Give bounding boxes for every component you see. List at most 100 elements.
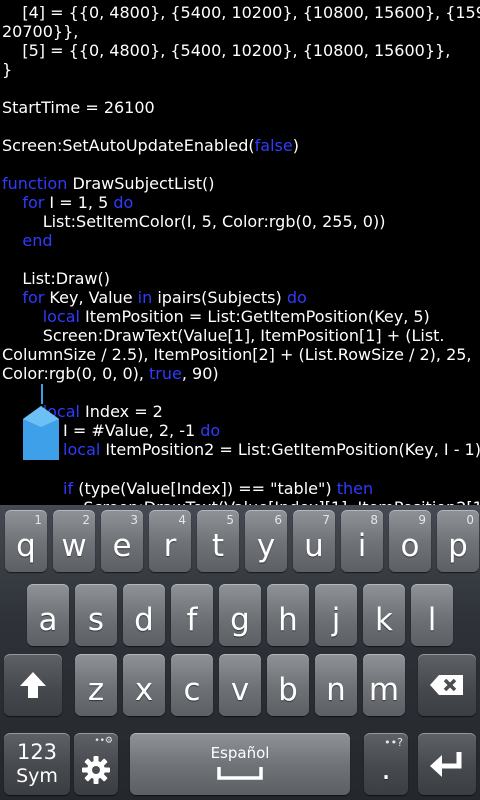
key-l[interactable]: l bbox=[411, 584, 453, 646]
key-d[interactable]: d bbox=[123, 584, 165, 646]
code-line[interactable]: local ItemPosition2 = List:GetItemPositi… bbox=[2, 440, 480, 459]
code-text: ColumnSize / 2.5), ItemPosition[2] + (Li… bbox=[2, 345, 472, 364]
backspace-icon bbox=[430, 675, 463, 695]
key-z[interactable]: z bbox=[75, 654, 117, 716]
key-label: m bbox=[368, 672, 400, 708]
settings-key-hint: ••⚙ bbox=[94, 736, 113, 746]
code-line[interactable]: [5] = {{0, 4800}, {5400, 10200}, {10800,… bbox=[2, 41, 450, 60]
code-text: StartTime = 26100 bbox=[2, 98, 155, 117]
key-hint: 0 bbox=[466, 513, 474, 527]
code-keyword: true bbox=[149, 364, 182, 383]
code-line[interactable]: Screen:DrawText(Value[Index][1], ItemPos… bbox=[2, 498, 480, 505]
symbols-key-top-label: 123 bbox=[16, 740, 58, 764]
code-line[interactable]: for Key, Value in ipairs(Subjects) do bbox=[2, 288, 307, 307]
period-key-label: . bbox=[381, 751, 391, 787]
key-label: t bbox=[211, 528, 225, 564]
key-label: p bbox=[448, 528, 468, 564]
code-keyword: local bbox=[42, 307, 80, 326]
code-text: I = 1, 5 bbox=[44, 193, 114, 212]
key-label: u bbox=[304, 528, 324, 564]
key-j[interactable]: j bbox=[315, 584, 357, 646]
key-o[interactable]: 9o bbox=[389, 510, 431, 572]
code-line[interactable]: ColumnSize / 2.5), ItemPosition[2] + (Li… bbox=[2, 345, 472, 364]
code-line[interactable]: List:SetItemColor(I, 5, Color:rgb(0, 255… bbox=[2, 212, 386, 231]
key-label: f bbox=[186, 602, 198, 638]
code-line[interactable]: for I = 1, 5 do bbox=[2, 193, 133, 212]
key-label: k bbox=[375, 602, 393, 638]
key-n[interactable]: n bbox=[315, 654, 357, 716]
key-label: n bbox=[326, 672, 346, 708]
shift-up-arrow-icon bbox=[20, 672, 46, 698]
code-line[interactable]: 20700}}, bbox=[2, 22, 78, 41]
key-h[interactable]: h bbox=[267, 584, 309, 646]
code-line[interactable]: Screen:DrawText(Value[1], ItemPosition[1… bbox=[2, 326, 445, 345]
key-w[interactable]: 2w bbox=[53, 510, 95, 572]
text-cursor bbox=[41, 384, 43, 404]
code-text: Index = 2 bbox=[79, 402, 163, 421]
code-editor[interactable]: [4] = {{0, 4800}, {5400, 10200}, {10800,… bbox=[0, 0, 480, 505]
code-text: DrawSubjectList() bbox=[67, 174, 215, 193]
key-a[interactable]: a bbox=[27, 584, 69, 646]
period-key[interactable]: ••? . bbox=[364, 733, 408, 795]
symbols-key-bottom-label: Sym bbox=[16, 765, 58, 787]
code-line[interactable]: if (type(Value[Index]) == "table") then bbox=[2, 479, 373, 498]
code-text: [4] = {{0, 4800}, {5400, 10200}, {10800,… bbox=[2, 3, 480, 22]
space-key[interactable]: Español bbox=[130, 733, 350, 795]
key-g[interactable]: g bbox=[219, 584, 261, 646]
key-label: z bbox=[87, 672, 105, 708]
code-line[interactable]: List:Draw() bbox=[2, 269, 110, 288]
key-hint: 2 bbox=[82, 513, 90, 527]
code-text: } bbox=[2, 60, 13, 79]
key-t[interactable]: 5t bbox=[197, 510, 239, 572]
code-text: Color:rgb(0, 0, 0), bbox=[2, 364, 150, 383]
code-keyword: function bbox=[2, 174, 68, 193]
symbols-key[interactable]: 123 Sym bbox=[4, 733, 70, 795]
code-line[interactable]: Screen:SetAutoUpdateEnabled(false) bbox=[2, 136, 299, 155]
code-keyword: if bbox=[63, 479, 74, 498]
code-keyword: local bbox=[63, 440, 101, 459]
key-c[interactable]: c bbox=[171, 654, 213, 716]
key-hint: 9 bbox=[418, 513, 426, 527]
code-line[interactable]: StartTime = 26100 bbox=[2, 98, 155, 117]
key-b[interactable]: b bbox=[267, 654, 309, 716]
key-y[interactable]: 6y bbox=[245, 510, 287, 572]
key-hint: 4 bbox=[178, 513, 186, 527]
key-label: g bbox=[230, 602, 250, 638]
code-text: List:Draw() bbox=[2, 269, 110, 288]
settings-key[interactable]: ••⚙ bbox=[74, 733, 118, 795]
key-label: v bbox=[230, 672, 250, 708]
key-k[interactable]: k bbox=[363, 584, 405, 646]
code-line[interactable]: function DrawSubjectList() bbox=[2, 174, 215, 193]
spacebar-icon bbox=[217, 767, 263, 780]
key-f[interactable]: f bbox=[171, 584, 213, 646]
key-s[interactable]: s bbox=[75, 584, 117, 646]
code-line[interactable]: [4] = {{0, 4800}, {5400, 10200}, {10800,… bbox=[2, 3, 480, 22]
key-p[interactable]: 0p bbox=[437, 510, 479, 572]
key-label: x bbox=[134, 672, 154, 708]
code-text: ipairs(Subjects) bbox=[152, 288, 287, 307]
backspace-key[interactable] bbox=[418, 654, 476, 716]
key-u[interactable]: 7u bbox=[293, 510, 335, 572]
key-m[interactable]: m bbox=[363, 654, 405, 716]
cursor-handle-icon[interactable] bbox=[22, 405, 60, 462]
key-e[interactable]: 3e bbox=[101, 510, 143, 572]
key-hint: 1 bbox=[34, 513, 42, 527]
key-x[interactable]: x bbox=[123, 654, 165, 716]
key-v[interactable]: v bbox=[219, 654, 261, 716]
code-keyword: end bbox=[22, 231, 53, 250]
key-label: d bbox=[134, 602, 154, 638]
shift-key[interactable] bbox=[4, 654, 62, 716]
code-keyword: do bbox=[286, 288, 307, 307]
key-hint: 5 bbox=[226, 513, 234, 527]
key-i[interactable]: 8i bbox=[341, 510, 383, 572]
code-line[interactable]: local ItemPosition = List:GetItemPositio… bbox=[2, 307, 430, 326]
key-q[interactable]: 1q bbox=[5, 510, 47, 572]
key-r[interactable]: 4r bbox=[149, 510, 191, 572]
space-key-language-label: Español bbox=[210, 744, 270, 762]
code-line[interactable]: Color:rgb(0, 0, 0), true, 90) bbox=[2, 364, 219, 383]
code-line[interactable]: end bbox=[2, 231, 52, 250]
code-line[interactable]: } bbox=[2, 60, 12, 79]
enter-key[interactable] bbox=[418, 733, 476, 795]
soft-keyboard: 123 Sym ••⚙ Español ••? . 1 q 2 w 3 e 4 … bbox=[0, 505, 480, 800]
